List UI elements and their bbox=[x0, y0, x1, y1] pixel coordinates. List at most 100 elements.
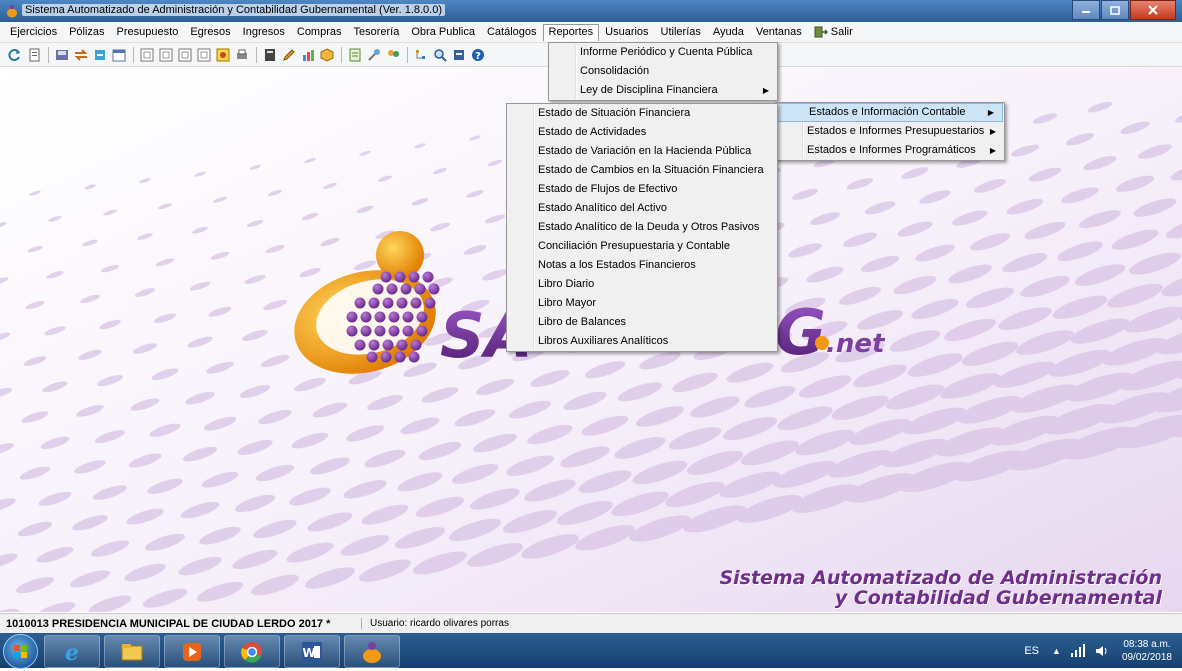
form-d-button[interactable] bbox=[157, 46, 174, 63]
form-e-button[interactable] bbox=[176, 46, 193, 63]
taskbar-internet-explorer[interactable]: e bbox=[44, 635, 100, 668]
maximize-button[interactable] bbox=[1101, 0, 1129, 20]
menu-item-notas[interactable]: Notas a los Estados Financieros bbox=[507, 256, 777, 275]
language-indicator[interactable]: ES bbox=[1016, 645, 1047, 657]
transfer-button[interactable] bbox=[72, 46, 89, 63]
menu-catalogos[interactable]: Catálogos bbox=[481, 24, 543, 40]
calendar-button[interactable] bbox=[110, 46, 127, 63]
tree-icon bbox=[415, 49, 425, 59]
show-hidden-icons-icon[interactable]: ▲ bbox=[1047, 646, 1066, 656]
tools-button[interactable] bbox=[365, 46, 382, 63]
clock[interactable]: 08:38 a.m. 09/02/2018 bbox=[1114, 638, 1182, 664]
close-button[interactable] bbox=[1130, 0, 1176, 20]
menu-item-consolidacion[interactable]: Consolidación bbox=[549, 62, 777, 81]
logo-dot bbox=[400, 283, 412, 295]
svg-text:W: W bbox=[302, 646, 315, 660]
menu-polizas[interactable]: Pólizas bbox=[63, 24, 110, 40]
menu-item-analitico-deuda[interactable]: Estado Analítico de la Deuda y Otros Pas… bbox=[507, 218, 777, 237]
save-button[interactable] bbox=[53, 46, 70, 63]
volume-icon[interactable] bbox=[1094, 644, 1110, 658]
menu-item-ley-disciplina[interactable]: Ley de Disciplina Financiera ▶ bbox=[549, 81, 777, 100]
refresh-icon bbox=[8, 48, 20, 61]
menu-ejercicios[interactable]: Ejercicios bbox=[4, 24, 63, 40]
logo-dot bbox=[394, 351, 406, 363]
menu-ayuda[interactable]: Ayuda bbox=[707, 24, 750, 40]
taskbar-chrome[interactable] bbox=[224, 635, 280, 668]
logo-dot bbox=[408, 271, 420, 283]
menu-item-cambios-situacion[interactable]: Estado de Cambios en la Situación Financ… bbox=[507, 161, 777, 180]
form-f-icon bbox=[197, 48, 210, 61]
logo-dot bbox=[402, 325, 414, 337]
menu-item-analitico-activo[interactable]: Estado Analítico del Activo bbox=[507, 199, 777, 218]
minimize-icon bbox=[1082, 11, 1090, 13]
taskbar-media-player[interactable] bbox=[164, 635, 220, 668]
menu-obra-publica[interactable]: Obra Publica bbox=[405, 24, 481, 40]
menu-item-libros-auxiliares[interactable]: Libros Auxiliares Analíticos bbox=[507, 332, 777, 351]
taskbar-sacg-app[interactable] bbox=[344, 635, 400, 668]
organization-label: 1010013 PRESIDENCIA MUNICIPAL DE CIUDAD … bbox=[6, 617, 331, 630]
logo-dot bbox=[396, 297, 408, 309]
menu-reportes[interactable]: Reportes bbox=[542, 23, 600, 41]
search-button[interactable] bbox=[431, 46, 448, 63]
menu-usuarios[interactable]: Usuarios bbox=[599, 24, 654, 40]
chart-button[interactable] bbox=[299, 46, 316, 63]
menu-egresos[interactable]: Egresos bbox=[184, 24, 236, 40]
menu-item-actividades[interactable]: Estado de Actividades bbox=[507, 123, 777, 142]
edit-button[interactable] bbox=[280, 46, 297, 63]
menu-presupuesto[interactable]: Presupuesto bbox=[111, 24, 185, 40]
form-c-button[interactable] bbox=[138, 46, 155, 63]
logo-dot bbox=[416, 311, 428, 323]
menu-ventanas[interactable]: Ventanas bbox=[750, 24, 808, 40]
submenu-arrow-icon: ▶ bbox=[762, 86, 769, 95]
menu-salir[interactable]: Salir bbox=[808, 24, 859, 40]
menu-item-libro-diario[interactable]: Libro Diario bbox=[507, 275, 777, 294]
menu-item-estados-contable[interactable]: Estados e Información Contable ▶ bbox=[777, 103, 1003, 122]
help-button[interactable]: ? bbox=[469, 46, 486, 63]
logo-dot bbox=[346, 325, 358, 337]
menu-ingresos[interactable]: Ingresos bbox=[237, 24, 291, 40]
logo-dot bbox=[360, 325, 372, 337]
notes-button[interactable] bbox=[346, 46, 363, 63]
minimize-button[interactable] bbox=[1072, 0, 1100, 20]
document-button[interactable] bbox=[25, 46, 42, 63]
menu-item-conciliacion[interactable]: Conciliación Presupuestaria y Contable bbox=[507, 237, 777, 256]
logo-dot bbox=[360, 311, 372, 323]
title-bar[interactable]: Sistema Automatizado de Administración y… bbox=[0, 0, 1182, 22]
logo-dot bbox=[368, 297, 380, 309]
chart-icon bbox=[302, 49, 314, 61]
network-icon[interactable] bbox=[1070, 643, 1086, 658]
users-button[interactable] bbox=[384, 46, 401, 63]
taskbar-word[interactable]: W bbox=[284, 635, 340, 668]
menu-item-estados-programaticos[interactable]: Estados e Informes Programáticos ▶ bbox=[776, 141, 1004, 160]
refresh-button[interactable] bbox=[6, 46, 23, 63]
menu-item-estados-presupuestarios[interactable]: Estados e Informes Presupuestarios ▶ bbox=[776, 122, 1004, 141]
svg-text:e: e bbox=[65, 640, 79, 664]
form-c-icon bbox=[140, 48, 153, 61]
start-button[interactable] bbox=[3, 634, 38, 669]
document-icon bbox=[29, 48, 39, 61]
menu-item-variacion-hacienda[interactable]: Estado de Variación en la Hacienda Públi… bbox=[507, 142, 777, 161]
contable-submenu: Estado de Situación Financiera Estado de… bbox=[506, 103, 778, 352]
form-f-button[interactable] bbox=[195, 46, 212, 63]
transfer-icon bbox=[74, 48, 87, 61]
taskbar-file-explorer[interactable] bbox=[104, 635, 160, 668]
menu-tesoreria[interactable]: Tesorería bbox=[348, 24, 406, 40]
chrome-icon bbox=[241, 641, 262, 663]
menu-utilerias[interactable]: Utilerías bbox=[655, 24, 707, 40]
report-button[interactable] bbox=[214, 46, 231, 63]
menu-item-informe-periodico[interactable]: Informe Periódico y Cuenta Pública bbox=[549, 43, 777, 62]
menu-item-libro-balances[interactable]: Libro de Balances bbox=[507, 313, 777, 332]
package-button[interactable] bbox=[318, 46, 335, 63]
menu-item-flujos-efectivo[interactable]: Estado de Flujos de Efectivo bbox=[507, 180, 777, 199]
menu-compras[interactable]: Compras bbox=[291, 24, 348, 40]
package-icon bbox=[320, 47, 333, 62]
status-bar: 1010013 PRESIDENCIA MUNICIPAL DE CIUDAD … bbox=[0, 613, 1182, 633]
clock-date: 09/02/2018 bbox=[1121, 651, 1172, 663]
import-button[interactable] bbox=[91, 46, 108, 63]
menu-item-situacion-financiera[interactable]: Estado de Situación Financiera bbox=[507, 104, 777, 123]
menu-item-libro-mayor[interactable]: Libro Mayor bbox=[507, 294, 777, 313]
book-button[interactable] bbox=[261, 46, 278, 63]
print-button[interactable] bbox=[233, 46, 250, 63]
archive-button[interactable] bbox=[450, 46, 467, 63]
tree-button[interactable] bbox=[412, 46, 429, 63]
